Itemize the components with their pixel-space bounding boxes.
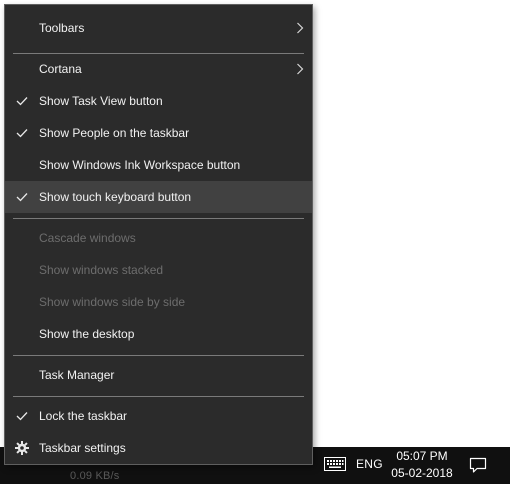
chevron-right-icon bbox=[288, 53, 312, 85]
menu-item-show-touch-keyboard[interactable]: Show touch keyboard button bbox=[5, 181, 312, 213]
menu-item-label: Show the desktop bbox=[39, 327, 135, 341]
clock-time: 05:07 PM bbox=[396, 449, 448, 463]
menu-item-taskbar-settings[interactable]: Taskbar settings bbox=[5, 432, 312, 464]
taskbar-context-menu: Toolbars Cortana Show Task View button S… bbox=[4, 4, 313, 465]
menu-item-show-windows-side-by-side[interactable]: Show windows side by side bbox=[5, 286, 312, 318]
menu-item-show-the-desktop[interactable]: Show the desktop bbox=[5, 318, 312, 350]
menu-item-cascade-windows[interactable]: Cascade windows bbox=[5, 222, 312, 254]
menu-item-cortana[interactable]: Cortana bbox=[5, 53, 312, 85]
chevron-right-icon bbox=[288, 12, 312, 44]
menu-item-label: Toolbars bbox=[39, 21, 85, 35]
menu-item-label: Show windows side by side bbox=[39, 295, 186, 309]
gear-icon bbox=[5, 432, 39, 464]
menu-item-toolbars[interactable]: Toolbars bbox=[5, 12, 312, 44]
menu-item-label: Lock the taskbar bbox=[39, 409, 128, 423]
screen: 0.09 KB/s ENG 05:07 PM 05-02-2018 Toolba… bbox=[0, 0, 510, 484]
menu-item-label: Show touch keyboard button bbox=[39, 190, 192, 204]
menu-separator bbox=[13, 396, 304, 397]
taskbar-network-speed-text: 0.09 KB/s bbox=[70, 470, 120, 482]
menu-separator bbox=[13, 355, 304, 356]
menu-item-show-task-view-button[interactable]: Show Task View button bbox=[5, 85, 312, 117]
input-language-indicator[interactable]: ENG bbox=[356, 457, 383, 471]
menu-separator bbox=[13, 218, 304, 219]
menu-item-show-people[interactable]: Show People on the taskbar bbox=[5, 117, 312, 149]
menu-item-label: Cortana bbox=[39, 62, 82, 76]
menu-item-label: Task Manager bbox=[39, 368, 115, 382]
menu-item-show-windows-ink-workspace[interactable]: Show Windows Ink Workspace button bbox=[5, 149, 312, 181]
action-center-icon[interactable] bbox=[463, 452, 493, 478]
menu-item-show-windows-stacked[interactable]: Show windows stacked bbox=[5, 254, 312, 286]
menu-item-label: Show People on the taskbar bbox=[39, 126, 190, 140]
clock-date: 05-02-2018 bbox=[391, 466, 453, 480]
checkmark-icon bbox=[5, 117, 39, 149]
menu-item-label: Cascade windows bbox=[39, 231, 136, 245]
menu-item-task-manager[interactable]: Task Manager bbox=[5, 359, 312, 391]
touch-keyboard-icon[interactable] bbox=[321, 453, 349, 475]
checkmark-icon bbox=[5, 400, 39, 432]
menu-item-label: Show Task View button bbox=[39, 94, 163, 108]
menu-item-label: Show Windows Ink Workspace button bbox=[39, 158, 241, 172]
checkmark-icon bbox=[5, 85, 39, 117]
menu-item-label: Taskbar settings bbox=[39, 441, 126, 455]
taskbar-clock[interactable]: 05:07 PM 05-02-2018 bbox=[388, 448, 456, 482]
checkmark-icon bbox=[5, 181, 39, 213]
menu-item-lock-the-taskbar[interactable]: Lock the taskbar bbox=[5, 400, 312, 432]
menu-item-label: Show windows stacked bbox=[39, 263, 164, 277]
